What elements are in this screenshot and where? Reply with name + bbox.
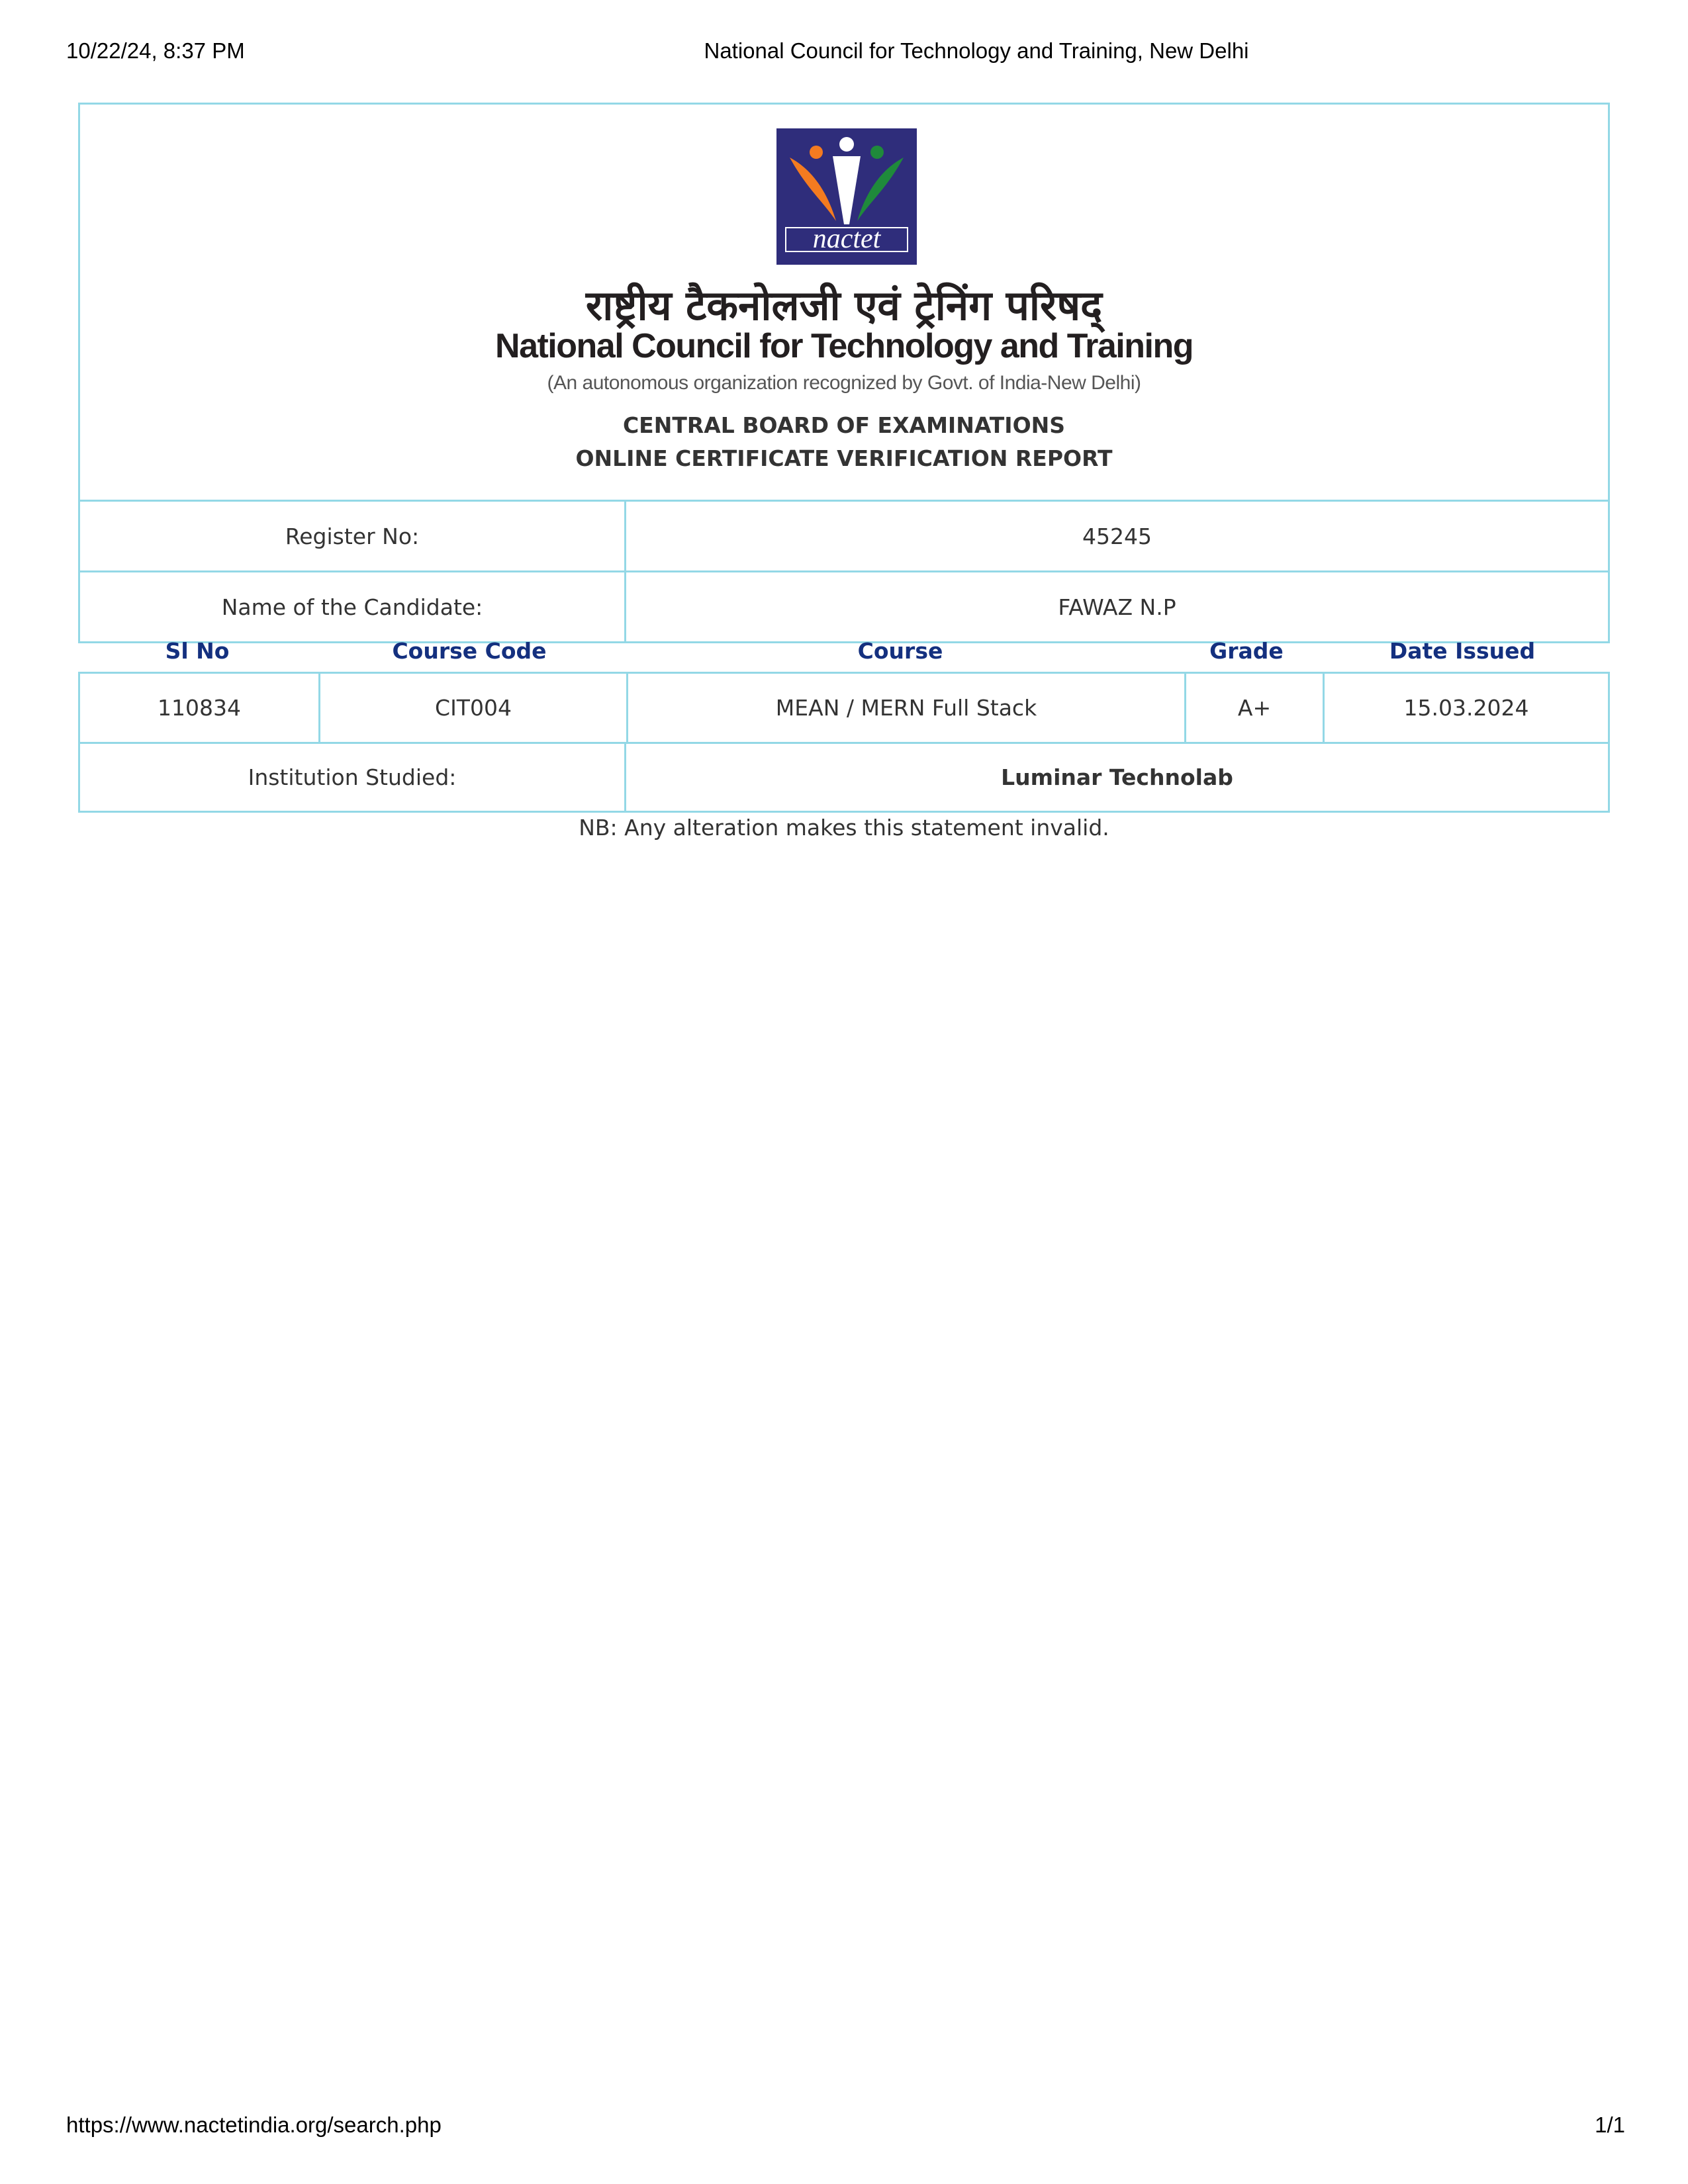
print-url: https://www.nactetindia.org/search.php [66,2113,442,2137]
institution-value: Luminar Technolab [1001,764,1233,790]
board-title: CENTRAL BOARD OF EXAMINATIONS [622,412,1066,438]
column-header: Sl No [165,638,230,664]
org-subtitle: (An autonomous organization recognized b… [547,372,1142,394]
candidate-name-value: FAWAZ N.P [1058,594,1176,620]
course-table-header: Sl No Course Code Course Grade Date Issu… [78,638,1610,672]
course-table: 110834 CIT004 MEAN / MERN Full Stack A+ … [78,672,1610,813]
table-cell: CIT004 [320,674,628,742]
column-header: Course Code [392,638,547,664]
report-header: nactet राष्ट्रीय टैकनोलजी एवं ट्रेनिंग प… [80,105,1608,502]
alteration-note: NB: Any alteration makes this statement … [579,815,1109,841]
print-footer: https://www.nactetindia.org/search.php 1… [0,2113,1688,2152]
register-label: Register No: [80,502,626,570]
table-cell: A+ [1186,674,1325,742]
table-cell: 110834 [80,674,320,742]
org-name-hindi: राष्ट्रीय टैकनोलजी एवं ट्रेनिंग परिषद् [585,281,1103,330]
nactet-logo: nactet [776,128,917,265]
institution-label: Institution Studied: [80,744,626,811]
table-cell: MEAN / MERN Full Stack [628,674,1186,742]
report-title: ONLINE CERTIFICATE VERIFICATION REPORT [575,445,1113,471]
print-page-title: National Council for Technology and Trai… [704,38,1249,63]
candidate-name-label: Name of the Candidate: [80,572,626,641]
logo-wordmark: nactet [813,224,882,254]
candidate-name-row: Name of the Candidate: FAWAZ N.P [80,572,1608,641]
column-header: Grade [1209,638,1284,664]
print-page-number: 1/1 [1595,2113,1625,2137]
print-header: 10/22/24, 8:37 PM National Council for T… [0,38,1688,78]
column-header: Course [857,638,943,664]
org-name: National Council for Technology and Trai… [495,327,1194,365]
table-cell: 15.03.2024 [1403,695,1529,721]
table-row: 110834 CIT004 MEAN / MERN Full Stack A+ … [80,674,1608,744]
report-frame: nactet राष्ट्रीय टैकनोलजी एवं ट्रेनिंग प… [78,103,1610,643]
register-row: Register No: 45245 [80,502,1608,572]
register-value: 45245 [1082,523,1152,549]
column-header: Date Issued [1389,638,1536,664]
institution-row: Institution Studied: Luminar Technolab [80,744,1608,811]
